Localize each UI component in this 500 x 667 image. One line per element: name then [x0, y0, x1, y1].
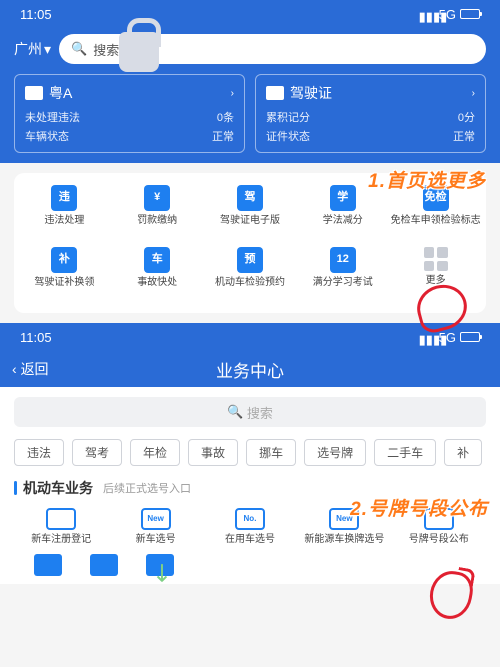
filter-tag[interactable]: 驾考	[72, 439, 122, 466]
signal-icon: ▮▮▮▮	[419, 332, 435, 342]
lock-icon	[119, 32, 159, 72]
vehicle-service-item[interactable]: 新车注册登记	[14, 508, 108, 546]
service-item[interactable]: 12 满分学习考试	[296, 247, 389, 305]
filter-tags: 违法驾考年检事故挪车选号牌二手车补	[14, 439, 486, 466]
network-label: 5G	[439, 7, 456, 22]
filter-tag[interactable]: 二手车	[374, 439, 436, 466]
service-label: 新车注册登记	[31, 534, 91, 546]
service-icon: 12	[330, 247, 356, 273]
filter-tag[interactable]: 选号牌	[304, 439, 366, 466]
service-item[interactable]: ¥ 罚款缴纳	[111, 185, 204, 243]
more-icon	[424, 247, 448, 271]
service-label: 新车选号	[136, 534, 176, 546]
service-icon: No.	[235, 508, 265, 530]
service-icon: ¥	[144, 185, 170, 211]
annotation-step1: 1.首页选更多	[368, 166, 486, 193]
service-item[interactable]: 预机动车检验预约	[204, 247, 297, 305]
service-icon: 学	[330, 185, 356, 211]
service-item[interactable]: 驾驾驶证电子版	[204, 185, 297, 243]
service-icon: 预	[237, 247, 263, 273]
chevron-down-icon: ▾	[44, 41, 51, 58]
service-item[interactable]: 免检免检车申领检验标志	[389, 185, 482, 243]
partial-row	[14, 546, 486, 584]
service-icon: New	[141, 508, 171, 530]
service-icon: 车	[144, 247, 170, 273]
vehicle-service-item[interactable]: No. 在用车选号	[203, 508, 297, 546]
battery-icon	[460, 332, 480, 342]
service-label: 新能源车换牌选号	[304, 534, 384, 546]
service-label: 事故快处	[137, 277, 177, 289]
search-input[interactable]: 🔍 搜索	[14, 397, 486, 427]
signal-icon: ▮▮▮▮	[419, 9, 435, 19]
page-title: 业务中心	[216, 357, 284, 382]
service-icon: 违	[51, 185, 77, 211]
service-item[interactable]: 车事故快处	[111, 247, 204, 305]
service-label: 驾驶证补换领	[34, 277, 94, 289]
service-item[interactable]: 违违法处理	[18, 185, 111, 243]
service-label: 罚款缴纳	[137, 215, 177, 227]
back-button[interactable]: ‹ 返回	[12, 359, 49, 379]
service-label: 号牌号段公布	[409, 534, 469, 546]
section-hint: 后续正式选号入口	[103, 480, 191, 496]
service-label: 驾驶证电子版	[220, 215, 280, 227]
car-icon	[25, 86, 43, 100]
search-placeholder: 搜索	[93, 40, 119, 59]
service-label: 在用车选号	[225, 534, 275, 546]
service-label: 机动车检验预约	[215, 277, 285, 289]
vehicle-service-item[interactable]: New 新车选号	[108, 508, 202, 546]
search-input[interactable]: 🔍 搜索	[59, 34, 486, 64]
vehicle-card[interactable]: 粤A› 未处理违法0条 车辆状态正常	[14, 74, 245, 153]
city-picker[interactable]: 广州▾	[14, 39, 51, 59]
network-label: 5G	[439, 330, 456, 345]
status-time: 11:05	[20, 7, 52, 22]
chevron-right-icon: ›	[472, 88, 475, 99]
service-icon: 补	[51, 247, 77, 273]
screen-home: 11:05 ▮▮▮▮ 5G 广州▾ 🔍 搜索 粤A› 未处理违法0条 车辆状态正…	[0, 0, 500, 313]
service-item[interactable]: 补驾驶证补换领	[18, 247, 111, 305]
service-icon	[46, 508, 76, 530]
filter-tag[interactable]: 年检	[130, 439, 180, 466]
search-icon: 🔍	[227, 404, 243, 420]
service-label: 满分学习考试	[313, 277, 373, 289]
filter-tag[interactable]: 补	[444, 439, 482, 466]
license-icon	[266, 86, 284, 100]
license-card[interactable]: 驾驶证› 累积记分0分 证件状态正常	[255, 74, 486, 153]
screen-business-center: 11:05 ▮▮▮▮ 5G ‹ 返回 业务中心 🔍 搜索 违法驾考年检事故挪车选…	[0, 323, 500, 584]
status-bar: 11:05 ▮▮▮▮ 5G	[0, 0, 500, 28]
battery-icon	[460, 9, 480, 19]
chevron-right-icon: ›	[231, 88, 234, 99]
status-time: 11:05	[20, 330, 52, 345]
service-label: 违法处理	[44, 215, 84, 227]
service-label: 免检车申领检验标志	[391, 215, 481, 227]
services-grid: 违违法处理¥罚款缴纳驾驾驶证电子版学学法减分免检免检车申领检验标志补驾驶证补换领…	[14, 173, 486, 313]
annotation-step2: 2.号牌号段公布	[350, 494, 488, 521]
section-title: 机动车业务	[23, 478, 93, 498]
filter-tag[interactable]: 违法	[14, 439, 64, 466]
service-label: 学法减分	[323, 215, 363, 227]
filter-tag[interactable]: 挪车	[246, 439, 296, 466]
service-item[interactable]: 学学法减分	[296, 185, 389, 243]
search-icon: 🔍	[71, 41, 87, 57]
service-icon: 驾	[237, 185, 263, 211]
filter-tag[interactable]: 事故	[188, 439, 238, 466]
